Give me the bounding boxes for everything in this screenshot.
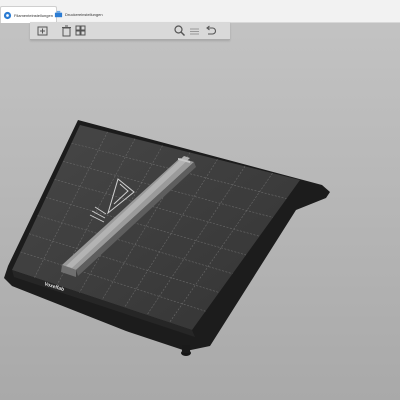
tab-filament-settings[interactable]: Filamenteinstellungen xyxy=(0,6,57,23)
tab-label: Druckereinstellungen xyxy=(65,11,103,17)
filament-icon xyxy=(3,11,12,19)
settings-tab-bar: Filamenteinstellungen Druckereinstellung… xyxy=(0,0,400,23)
zoom-icon[interactable] xyxy=(173,24,186,37)
tab-label: Filamenteinstellungen xyxy=(14,12,53,18)
arrange-icon[interactable] xyxy=(74,24,87,37)
undo-icon[interactable] xyxy=(204,24,217,37)
3d-viewport[interactable]: Voxelfab xyxy=(0,0,400,400)
add-object-icon[interactable] xyxy=(36,24,49,37)
tab-printer-settings[interactable]: Druckereinstellungen xyxy=(52,6,106,22)
delete-icon[interactable] xyxy=(60,24,73,37)
scene-toolbar xyxy=(30,22,230,40)
layers-icon[interactable] xyxy=(188,24,201,37)
printer-icon xyxy=(54,10,63,17)
